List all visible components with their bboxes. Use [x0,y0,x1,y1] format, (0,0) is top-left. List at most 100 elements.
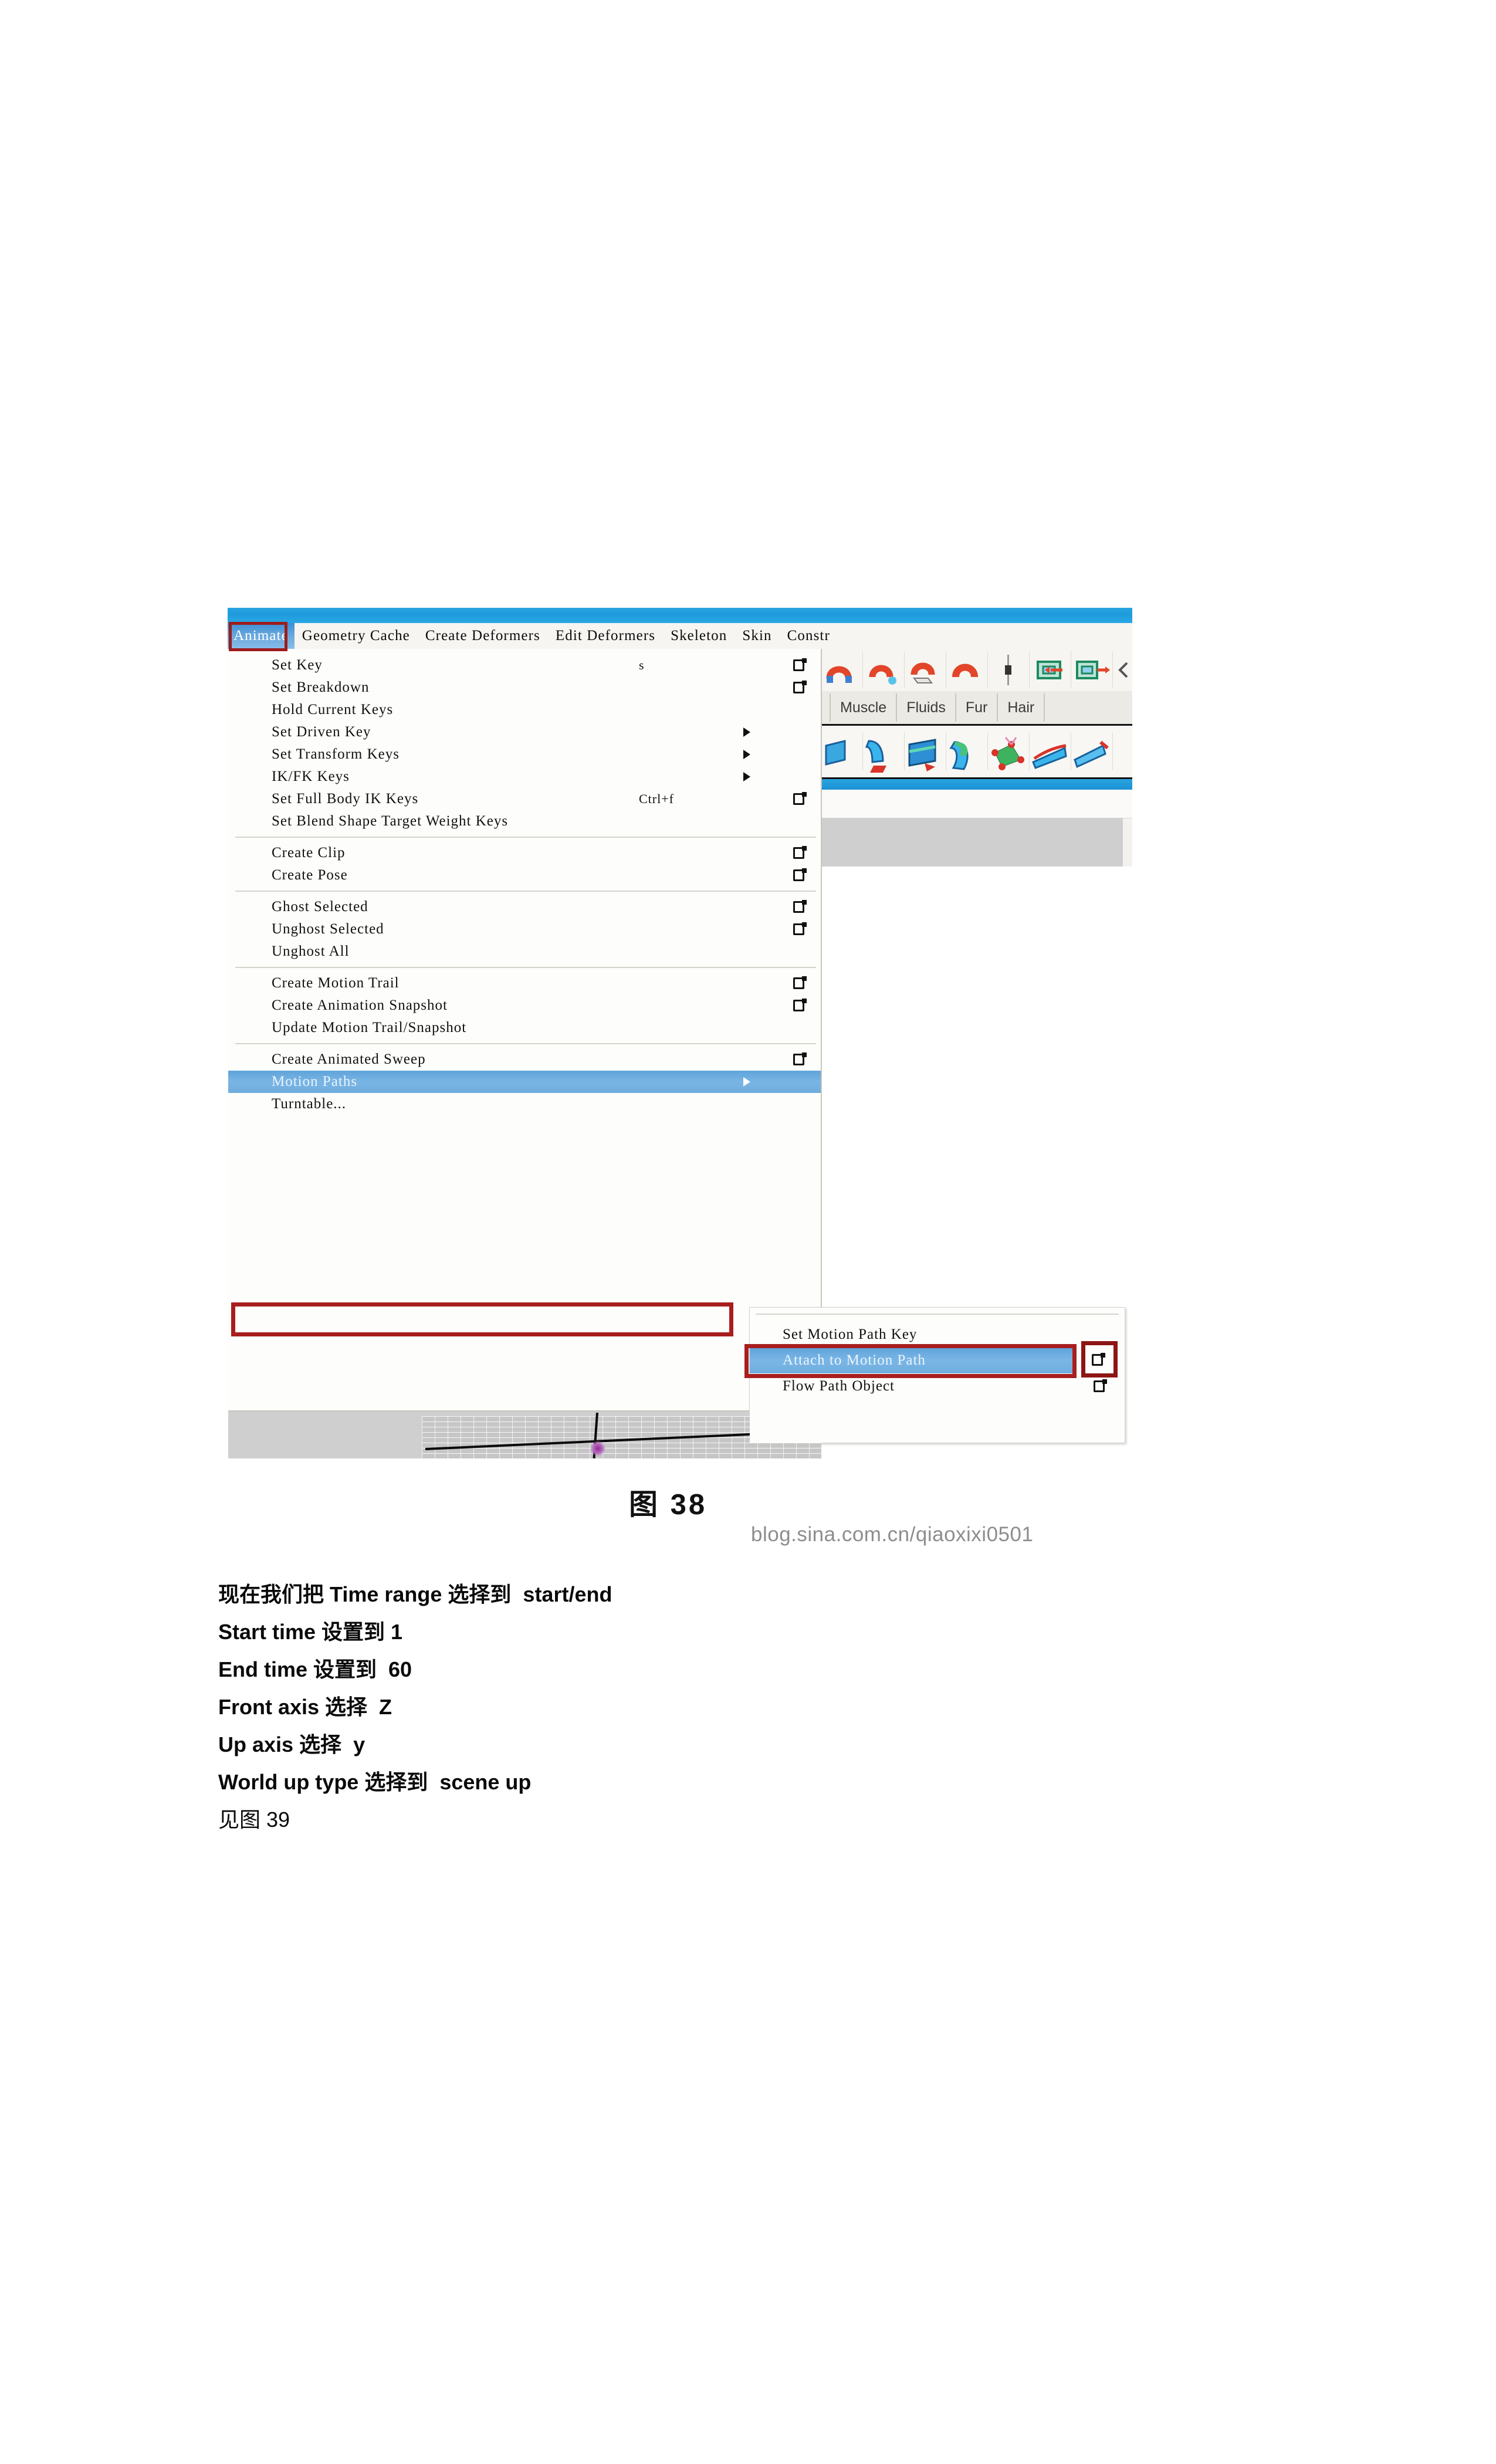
status-blue-band [821,779,1132,790]
maya-viewport[interactable] [228,1412,821,1458]
menu-separator [235,967,816,968]
deform-wire-icon[interactable] [1030,733,1071,770]
menu-item-create-clip[interactable]: Create Clip [228,842,821,864]
menu-top-padding [228,649,821,654]
menu-separator [235,1043,816,1044]
menu-item-ghost-selected[interactable]: Ghost Selected [228,896,821,918]
menu-item-set-blend-shape-target-weight-keys[interactable]: Set Blend Shape Target Weight Keys [228,810,821,832]
magnet-grid-icon[interactable] [905,651,946,689]
menu-item-motion-paths[interactable]: Motion Paths [228,1071,821,1093]
submenu-item-set-motion-path-key[interactable]: Set Motion Path Key [750,1322,1125,1348]
option-box-icon[interactable] [793,846,807,859]
magnet-snap-icon[interactable] [821,651,863,689]
menu-item-set-full-body-ik-keys[interactable]: Set Full Body IK Keys Ctrl+f [228,788,821,810]
menu-separator [235,837,816,838]
menu-item-set-key[interactable]: Set Key s [228,654,821,676]
menu-item-label: Create Clip [272,845,346,861]
deform-bend-icon[interactable] [863,733,905,773]
instruction-line-2: Start time 设置到 1 [218,1620,403,1644]
menu-item-label: Ghost Selected [272,899,368,915]
menu-item-accelerator: Ctrl+f [639,791,674,806]
instruction-line-5: Up axis 选择 y [218,1732,365,1756]
menu-item-label: Unghost All [272,943,350,959]
viewport-overlay-white [750,1412,821,1443]
tab-hair[interactable]: Hair [998,693,1045,722]
menu-item-set-driven-key[interactable]: Set Driven Key [228,721,821,743]
menu-item-hold-current-keys[interactable]: Hold Current Keys [228,699,821,721]
menu-item-create-motion-trail[interactable]: Create Motion Trail [228,972,821,994]
tab-fur[interactable]: Fur [956,693,999,722]
magnet-curve-icon[interactable] [946,651,988,689]
option-box-icon[interactable] [793,792,807,805]
pivot-point-marker [590,1441,605,1456]
menu-item-label: Unghost Selected [272,921,384,937]
menu-item-update-motion-trail-snapshot[interactable]: Update Motion Trail/Snapshot [228,1017,821,1039]
option-box-icon[interactable] [793,900,807,913]
submenu-arrow-icon [743,772,750,781]
tab-fluids[interactable]: Fluids [897,693,956,722]
toolbar-icon-row-bottom [821,726,1132,779]
option-box-icon[interactable] [793,976,807,989]
chevron-left-icon[interactable] [1113,651,1132,689]
menu-separator [235,891,816,892]
option-box-icon[interactable] [1094,1379,1107,1392]
menu-item-label: IK/FK Keys [272,769,350,784]
deform-twist-icon[interactable] [946,733,988,770]
construction-history-out-icon[interactable] [1071,651,1113,689]
menu-skeleton[interactable]: Skeleton [663,623,735,649]
instruction-line-3: End time 设置到 60 [218,1657,412,1681]
animate-dropdown-menu: Set Key s Set Breakdown Hold Current Key… [228,649,822,1412]
deform-cluster-icon[interactable] [988,733,1030,770]
option-box-icon[interactable] [793,922,807,935]
deform-lattice-icon[interactable] [821,733,863,770]
option-box-corner [1101,1353,1105,1358]
submenu-item-attach-to-motion-path[interactable]: Attach to Motion Path [750,1348,1075,1373]
menu-item-label: Create Motion Trail [272,975,400,991]
option-box-icon[interactable] [793,868,807,881]
construction-history-in-icon[interactable] [1030,651,1071,689]
menu-item-label: Turntable... [272,1096,347,1112]
submenu-arrow-icon [743,727,750,737]
option-box-icon-attach-to-motion-path[interactable] [1092,1353,1105,1366]
figure-caption: 图 38 [629,1489,708,1521]
menu-item-turntable[interactable]: Turntable... [228,1093,821,1115]
menu-geometry-cache[interactable]: Geometry Cache [295,623,418,649]
menu-item-create-animated-sweep[interactable]: Create Animated Sweep [228,1048,821,1071]
submenu-item-flow-path-object[interactable]: Flow Path Object [750,1373,1125,1399]
menu-item-ik-fk-keys[interactable]: IK/FK Keys [228,766,821,788]
menu-create-deformers[interactable]: Create Deformers [418,623,548,649]
option-box-icon[interactable] [793,681,807,693]
menu-item-label: Set Full Body IK Keys [272,791,419,807]
menu-item-accelerator: s [639,658,645,672]
tab-gutter [821,693,831,722]
option-box-icon[interactable] [793,1052,807,1065]
submenu-item-label: Set Motion Path Key [783,1326,918,1342]
instruction-line-1: 现在我们把 Time range 选择到 start/end [218,1582,612,1606]
menu-item-set-breakdown[interactable]: Set Breakdown [228,676,821,699]
option-box-icon[interactable] [793,658,807,671]
divider-icon [988,651,1030,689]
tab-muscle[interactable]: Muscle [831,693,898,722]
option-box-icon[interactable] [793,999,807,1011]
submenu-item-label: Flow Path Object [783,1378,895,1394]
menu-item-label: Create Animated Sweep [272,1051,426,1067]
menu-item-create-pose[interactable]: Create Pose [228,864,821,886]
deform-flare-icon[interactable] [905,733,946,771]
menu-skin[interactable]: Skin [735,623,779,649]
menu-item-label: Create Pose [272,867,348,883]
magnet-point-icon[interactable] [863,651,905,689]
menu-edit-deformers[interactable]: Edit Deformers [548,623,663,649]
tool-shelf: Muscle Fluids Fur Hair [821,649,1132,867]
menu-item-unghost-selected[interactable]: Unghost Selected [228,918,821,940]
menu-animate[interactable]: Animate [228,623,295,649]
menu-item-label: Set Transform Keys [272,746,400,762]
menu-item-label: Motion Paths [272,1074,358,1089]
menu-item-unghost-all[interactable]: Unghost All [228,940,821,963]
submenu-item-label: Attach to Motion Path [783,1352,926,1368]
deform-extra-icon[interactable] [1071,733,1113,770]
menu-item-create-animation-snapshot[interactable]: Create Animation Snapshot [228,994,821,1017]
menu-item-label: Create Animation Snapshot [272,997,448,1013]
menu-constrain[interactable]: Constr [780,623,838,649]
toolbar-icon-row-top [821,649,1132,691]
menu-item-set-transform-keys[interactable]: Set Transform Keys [228,743,821,766]
